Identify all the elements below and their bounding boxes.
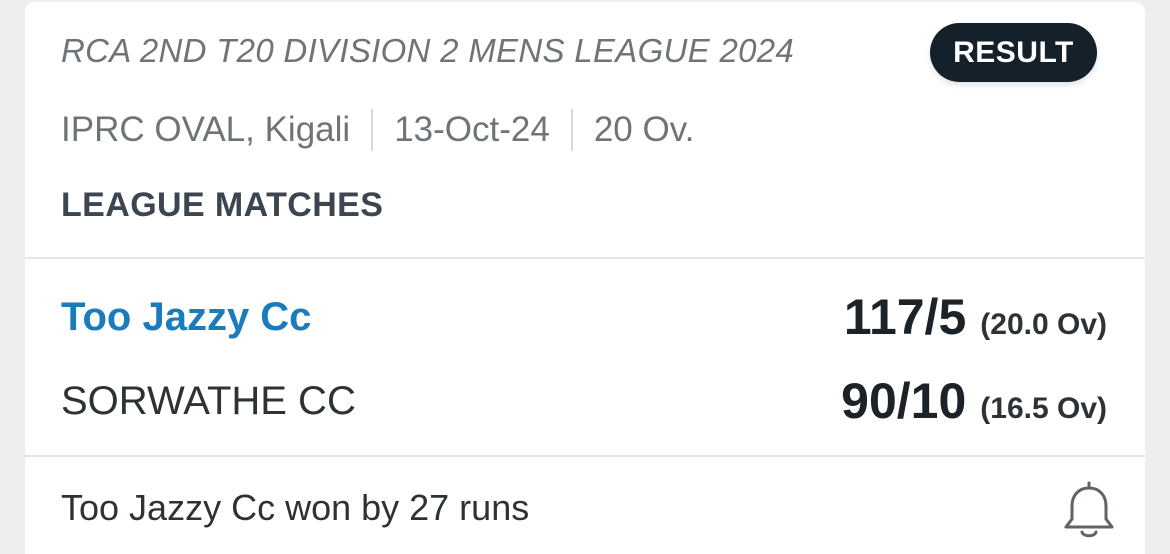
meta-divider [371,109,374,151]
teams-section: Too Jazzy Cc 117/5 (20.0 Ov) SORWATHE CC… [25,259,1145,457]
format-text: 20 Ov. [593,110,695,149]
score-home: 117/5 (20.0 Ov) [844,288,1107,346]
team-name-home[interactable]: Too Jazzy Cc [61,295,311,340]
score-value: 90/10 [841,373,967,429]
score-value: 117/5 [843,289,967,345]
result-summary: Too Jazzy Cc won by 27 runs [61,487,530,528]
team-row: SORWATHE CC 90/10 (16.5 Ov) [61,371,1107,431]
match-footer: Too Jazzy Cc won by 27 runs [25,457,1145,554]
league-title: RCA 2ND T20 DIVISION 2 MENS LEAGUE 2024 [61,32,795,69]
overs-value: (16.5 Ov) [980,392,1107,425]
match-meta: IPRC OVAL, Kigali 13-Oct-24 20 Ov. [61,109,694,151]
team-name-away[interactable]: SORWATHE CC [61,379,356,424]
team-row: Too Jazzy Cc 117/5 (20.0 Ov) [61,287,1107,347]
bell-icon[interactable] [1061,479,1117,541]
stage-label: LEAGUE MATCHES [61,186,384,224]
status-badge: RESULT [930,23,1097,82]
overs-value: (20.0 Ov) [980,308,1107,341]
match-card[interactable]: RCA 2ND T20 DIVISION 2 MENS LEAGUE 2024 … [25,2,1145,554]
score-away: 90/10 (16.5 Ov) [841,372,1107,430]
venue-text: IPRC OVAL, Kigali [61,110,351,149]
match-header: RCA 2ND T20 DIVISION 2 MENS LEAGUE 2024 … [25,2,1145,259]
date-text: 13-Oct-24 [394,110,550,149]
meta-divider [570,109,573,151]
